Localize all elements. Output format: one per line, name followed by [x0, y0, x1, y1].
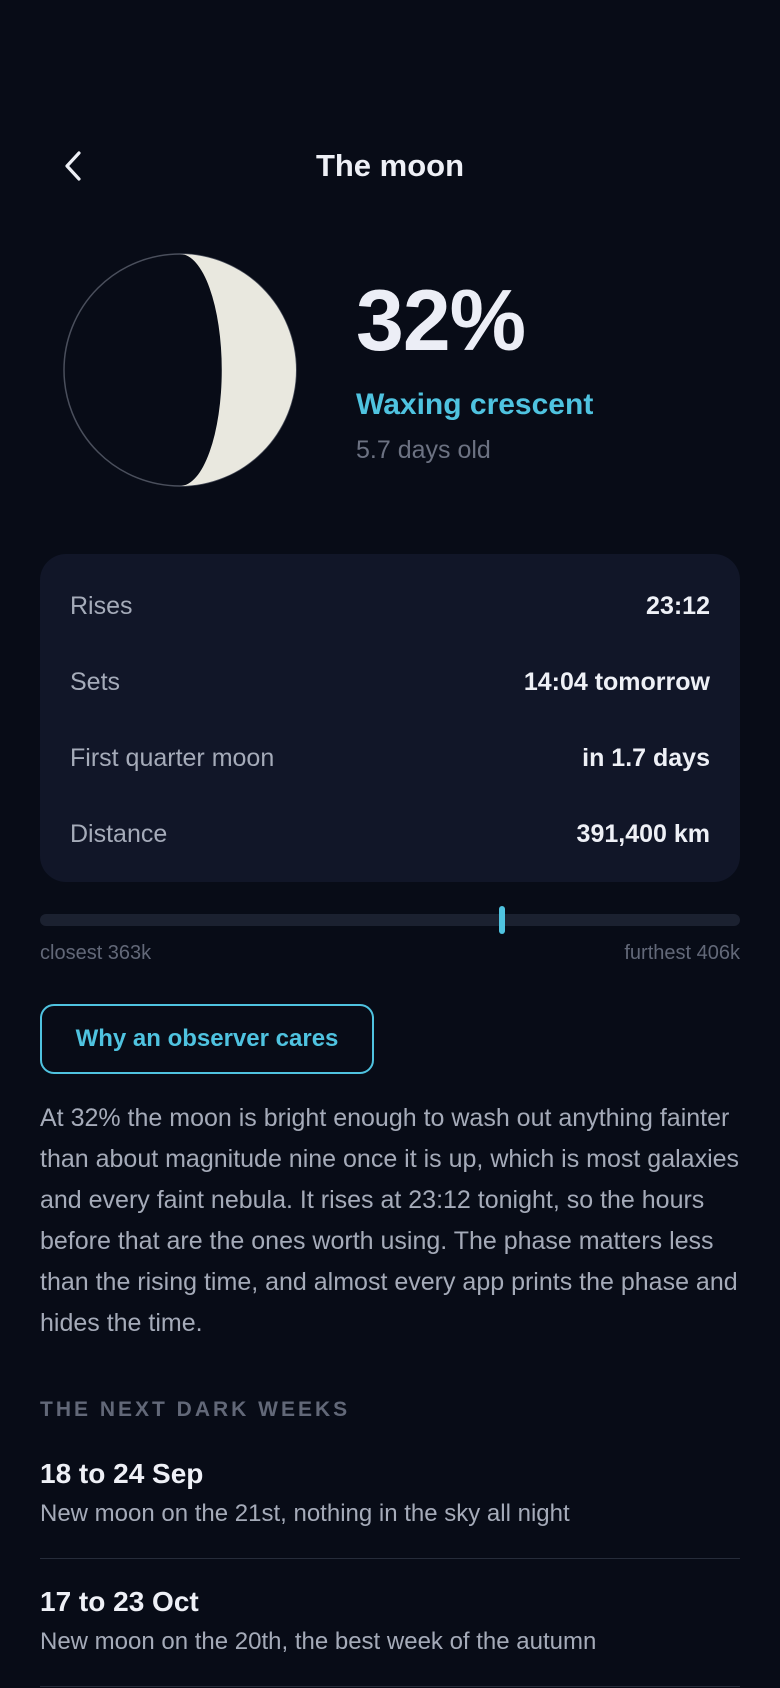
stat-row-first-quarter: First quarter moon in 1.7 days — [70, 738, 710, 778]
dark-week-description: New moon on the 20th, the best week of t… — [40, 1628, 597, 1655]
dark-week-item[interactable]: 18 to 24 Sep New moon on the 21st, nothi… — [40, 1458, 740, 1528]
why-observer-cares-button[interactable]: Why an observer cares — [40, 1004, 374, 1074]
stat-value: 391,400 km — [576, 819, 710, 848]
observer-explanation: At 32% the moon is bright enough to wash… — [40, 1104, 740, 1337]
stat-row-sets: Sets 14:04 tomorrow — [70, 662, 710, 702]
divider — [40, 1686, 740, 1687]
moon-stats-card: Rises 23:12 Sets 14:04 tomorrow First qu… — [40, 554, 740, 882]
moon-age: 5.7 days old — [356, 436, 491, 464]
stat-value: in 1.7 days — [582, 743, 710, 772]
dark-week-dates: 18 to 24 Sep — [40, 1458, 204, 1489]
distance-range-track — [40, 914, 740, 926]
dark-week-item[interactable]: 17 to 23 Oct New moon on the 20th, the b… — [40, 1586, 740, 1656]
stat-row-distance: Distance 391,400 km — [70, 814, 710, 854]
page-title: The moon — [315, 148, 465, 183]
stat-row-rises: Rises 23:12 — [70, 586, 710, 626]
illumination-percent: 32% — [356, 273, 526, 369]
stat-label: First quarter moon — [70, 743, 275, 772]
distance-min-label: closest 363k — [40, 942, 152, 964]
distance-current-marker — [499, 906, 506, 934]
dark-weeks-heading: THE NEXT DARK WEEKS — [40, 1398, 351, 1421]
stat-label: Sets — [70, 667, 121, 696]
moon-phase-graphic — [63, 253, 297, 487]
dark-week-dates: 17 to 23 Oct — [40, 1586, 199, 1617]
stat-label: Distance — [70, 819, 168, 848]
header: The moon — [0, 140, 780, 192]
stat-label: Rises — [70, 591, 133, 620]
moon-phase-name: Waxing crescent — [356, 388, 594, 421]
dark-week-description: New moon on the 21st, nothing in the sky… — [40, 1500, 570, 1527]
distance-max-label: furthest 406k — [624, 942, 740, 964]
divider — [40, 1558, 740, 1559]
stat-value: 23:12 — [646, 591, 710, 620]
moon-screen: The moon 32% Waxing crescent 5.7 days ol… — [0, 0, 780, 1688]
stat-value: 14:04 tomorrow — [523, 667, 710, 696]
